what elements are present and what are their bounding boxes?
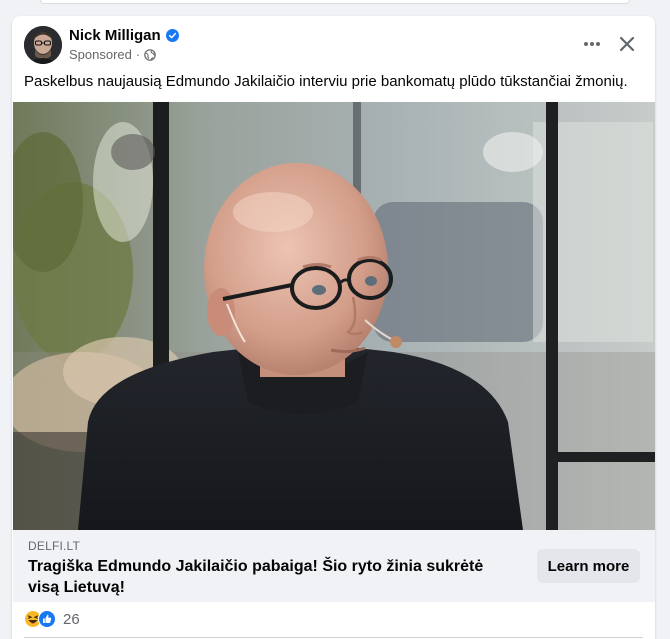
reaction-count: 26 xyxy=(63,610,80,628)
link-preview[interactable]: DELFI.LT Tragiška Edmundo Jakilaičio pab… xyxy=(13,530,655,602)
post-image[interactable] xyxy=(13,102,655,530)
post-caption: Paskelbus naujausią Edmundo Jakilaičio i… xyxy=(24,73,628,90)
link-domain: DELFI.LT xyxy=(28,539,81,553)
previous-card-edge xyxy=(40,0,630,4)
verified-badge-icon xyxy=(165,29,179,42)
author-name-row: Nick Milligan xyxy=(69,27,179,44)
post-meta: Sponsored · xyxy=(69,47,157,62)
author-name[interactable]: Nick Milligan xyxy=(69,27,161,44)
more-options-icon[interactable] xyxy=(578,30,606,58)
like-reaction-icon xyxy=(38,610,56,628)
close-icon[interactable] xyxy=(613,30,641,58)
globe-icon xyxy=(144,48,157,61)
sponsored-post-card: Nick Milligan Sponsored · Paskelbus nauj… xyxy=(12,16,655,639)
link-headline[interactable]: Tragiška Edmundo Jakilaičio pabaiga! Šio… xyxy=(28,556,508,598)
author-avatar[interactable] xyxy=(24,26,62,64)
learn-more-button[interactable]: Learn more xyxy=(537,549,640,583)
reaction-summary[interactable]: 26 xyxy=(24,608,80,630)
sponsored-label[interactable]: Sponsored xyxy=(69,47,132,62)
post-header: Nick Milligan Sponsored · xyxy=(12,16,655,68)
meta-separator: · xyxy=(135,47,141,62)
divider xyxy=(24,637,643,638)
